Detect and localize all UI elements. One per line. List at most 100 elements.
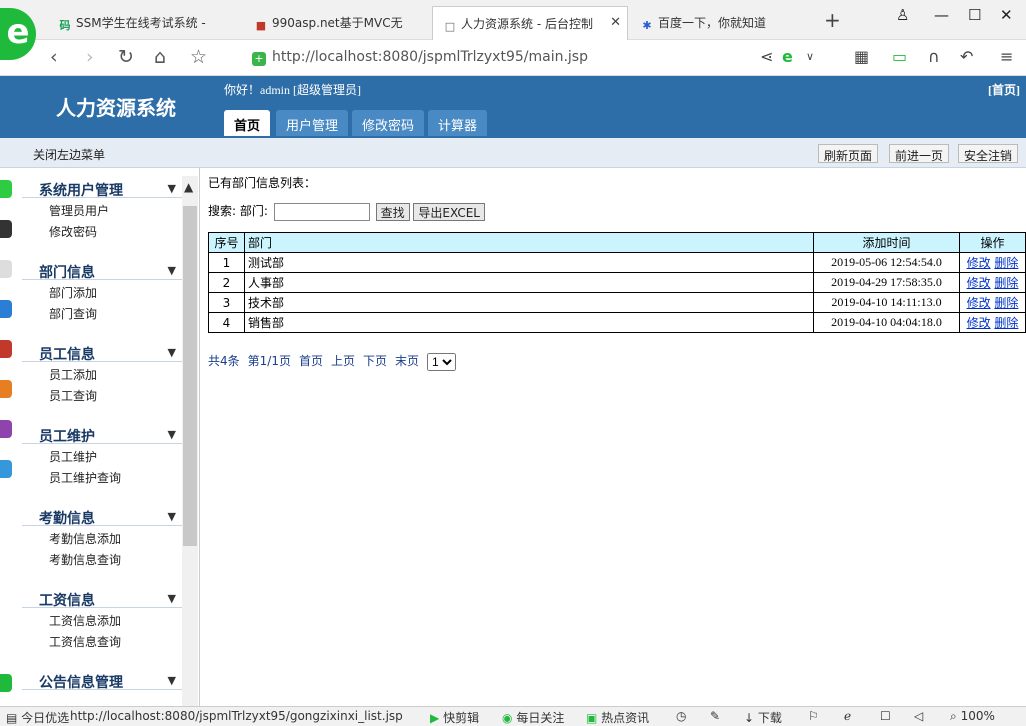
sidebar-item-salary-query[interactable]: 工资信息查询	[22, 629, 182, 650]
new-tab-button[interactable]: +	[824, 8, 841, 32]
close-window-button[interactable]: ✕	[1000, 6, 1013, 24]
export-excel-button[interactable]: 导出EXCEL	[413, 202, 485, 221]
table-header-row: 序号 部门 添加时间 操作	[208, 232, 1026, 253]
browser-tab-4[interactable]: ✱ 百度一下，你就知道	[630, 6, 816, 40]
edit-link[interactable]: 修改	[967, 296, 991, 310]
first-page-link[interactable]: 首页	[299, 354, 323, 368]
today-picks-link[interactable]: ▤ 今日优选	[6, 709, 69, 726]
undo-icon[interactable]: ↶	[960, 47, 973, 66]
prev-page-link[interactable]: 上页	[331, 354, 355, 368]
home-icon[interactable]: ⌂	[154, 46, 166, 68]
delete-link[interactable]: 删除	[994, 316, 1018, 330]
flag-icon[interactable]: ⚐	[808, 709, 819, 723]
menu-group-header[interactable]: 员工维护 ▼	[22, 414, 182, 445]
menu-group-header[interactable]: 员工信息 ▼	[22, 332, 182, 363]
menu-icon[interactable]: ≡	[1000, 47, 1013, 66]
next-page-link[interactable]: 下页	[363, 354, 387, 368]
maximize-button[interactable]: ☐	[968, 6, 981, 24]
row-time: 2019-04-10 04:04:18.0	[813, 312, 960, 333]
refresh-page-button[interactable]: 刷新页面	[818, 144, 879, 163]
app-icon[interactable]	[0, 460, 12, 478]
hot-news-link[interactable]: ▣ 热点资讯	[586, 709, 649, 726]
volume-icon[interactable]: ◁	[914, 709, 923, 723]
app-icon[interactable]	[0, 220, 12, 238]
battery-icon[interactable]: ▭	[892, 47, 907, 66]
back-icon[interactable]: ‹	[50, 46, 58, 68]
menu-group-header[interactable]: 系统用户管理 ▼	[22, 168, 182, 199]
shirt-skin-icon[interactable]: ♙	[896, 6, 909, 24]
search-button[interactable]: 查找	[375, 202, 410, 221]
sidebar-item-attendance-add[interactable]: 考勤信息添加	[22, 526, 182, 547]
forward-page-button[interactable]: 前进一页	[889, 144, 950, 163]
sidebar-item-employee-query[interactable]: 员工查询	[22, 383, 182, 404]
delete-link[interactable]: 删除	[994, 256, 1018, 270]
delete-link[interactable]: 删除	[994, 276, 1018, 290]
app-icon[interactable]	[0, 420, 12, 438]
daily-follow-link[interactable]: ◉ 每日关注	[502, 709, 564, 726]
speed-icon[interactable]: ◷	[676, 709, 686, 723]
edit-link[interactable]: 修改	[967, 276, 991, 290]
browser-tab-active[interactable]: □ 人力资源系统 - 后台控制 ✕	[432, 6, 628, 40]
sidebar-item-change-password[interactable]: 修改密码	[22, 219, 182, 240]
apps-grid-icon[interactable]: ▦	[854, 47, 869, 66]
star-icon[interactable]: ☆	[190, 46, 207, 68]
app-icon[interactable]	[0, 300, 12, 318]
minimize-button[interactable]: —	[934, 6, 949, 24]
page-select[interactable]: 1	[427, 352, 457, 371]
app-icon[interactable]	[0, 380, 12, 398]
menu-group-header[interactable]: 考勤信息 ▼	[22, 496, 182, 527]
sidebar-scrollbar[interactable]: ▲	[182, 176, 198, 706]
browser-tab-1[interactable]: 码 SSM学生在线考试系统 -	[48, 6, 234, 40]
zoom-control[interactable]: ⌕ 100%	[950, 709, 995, 724]
sidebar-item-attendance-query[interactable]: 考勤信息查询	[22, 547, 182, 568]
ie-mode-icon[interactable]: e	[782, 47, 793, 66]
forward-icon[interactable]: ›	[86, 46, 94, 68]
pin-icon[interactable]: ✎	[710, 709, 720, 723]
share-icon[interactable]: ⋖	[760, 47, 773, 66]
sidebar-item-dept-add[interactable]: 部门添加	[22, 280, 182, 301]
app-icon[interactable]	[0, 180, 12, 198]
tab-home[interactable]: 首页	[224, 110, 271, 136]
logout-button[interactable]: 安全注销	[958, 144, 1019, 163]
row-number: 1	[208, 252, 245, 273]
reload-icon[interactable]: ↻	[118, 46, 134, 68]
menu-group-header[interactable]: 公告信息管理 ▼	[22, 660, 182, 691]
ie-icon[interactable]: ℯ	[844, 709, 851, 723]
sidebar-item-maintenance[interactable]: 员工维护	[22, 444, 182, 465]
scroll-up-icon[interactable]: ▲	[184, 180, 193, 194]
url-field[interactable]: + http://localhost:8080/jspmlTrlzyxt95/ma…	[252, 49, 588, 66]
menu-group-header[interactable]: 部门信息 ▼	[22, 250, 182, 281]
sidebar-item-maintenance-query[interactable]: 员工维护查询	[22, 465, 182, 486]
menu-group-header[interactable]: 工资信息 ▼	[22, 578, 182, 609]
column-header: 部门	[244, 232, 814, 253]
app-icon[interactable]	[0, 260, 12, 278]
menu-group-maintenance: 员工维护 ▼ 员工维护 员工维护查询	[22, 414, 182, 486]
edit-link[interactable]: 修改	[967, 316, 991, 330]
tab-user-management[interactable]: 用户管理	[276, 110, 349, 136]
row-number: 3	[208, 292, 245, 313]
home-link[interactable]: [首页]	[988, 81, 1020, 98]
sidebar-item-dept-query[interactable]: 部门查询	[22, 301, 182, 322]
download-link[interactable]: ↓ 下载	[744, 709, 782, 726]
code-site-icon: 码	[59, 19, 71, 32]
dept-search-input[interactable]	[273, 202, 370, 221]
edit-link[interactable]: 修改	[967, 256, 991, 270]
app-icon[interactable]	[0, 674, 12, 692]
app-icon[interactable]	[0, 340, 12, 358]
toggle-left-menu-link[interactable]: 关闭左边菜单	[33, 146, 105, 163]
browser-tab-2[interactable]: ■ 990asp.net基于MVC无	[244, 6, 428, 40]
sidebar-item-salary-add[interactable]: 工资信息添加	[22, 608, 182, 629]
window-icon[interactable]: ☐	[880, 709, 891, 723]
tab-calculator[interactable]: 计算器	[428, 110, 488, 136]
tab-change-password[interactable]: 修改密码	[352, 110, 425, 136]
sidebar-item-admin-users[interactable]: 管理员用户	[22, 198, 182, 219]
sidebar-item-employee-add[interactable]: 员工添加	[22, 362, 182, 383]
quick-clip-link[interactable]: ▶ 快剪辑	[430, 709, 479, 726]
chevron-down-icon: ▼	[167, 264, 176, 277]
chevron-down-icon[interactable]: ∨	[806, 50, 814, 63]
delete-link[interactable]: 删除	[994, 296, 1018, 310]
close-tab-icon[interactable]: ✕	[610, 15, 621, 30]
scroll-thumb[interactable]	[183, 206, 197, 546]
last-page-link[interactable]: 末页	[395, 354, 419, 368]
headphones-icon[interactable]: ∩	[928, 47, 940, 66]
